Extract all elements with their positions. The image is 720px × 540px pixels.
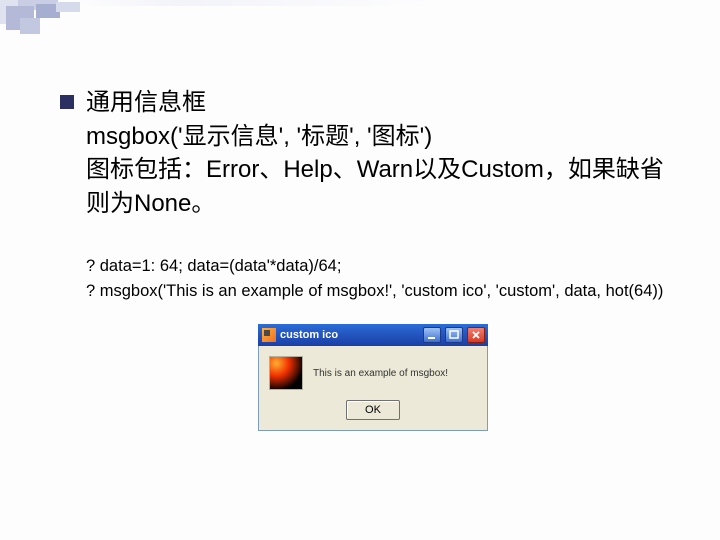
close-button[interactable] [467,327,485,343]
bullet-text: 通用信息框 msgbox('显示信息', '标题', '图标') 图标包括：Er… [86,86,670,220]
slide-content: 通用信息框 msgbox('显示信息', '标题', '图标') 图标包括：Er… [60,86,670,304]
ok-button[interactable]: OK [346,400,400,420]
text-line: 通用信息框 [86,86,670,120]
matlab-app-icon [262,328,276,342]
minimize-button[interactable] [423,327,441,343]
slide-corner-decoration [0,0,720,38]
custom-colormap-icon [269,356,303,390]
maximize-icon [449,330,459,340]
dialog-message: This is an example of msgbox! [313,368,448,379]
msgbox-dialog: custom ico This is an example of msgbox!… [258,324,488,431]
text-line: 图标包括：Error、Help、Warn以及Custom，如果缺省则为None。 [86,153,670,220]
close-icon [471,330,481,340]
dialog-titlebar[interactable]: custom ico [258,324,488,346]
minimize-icon [427,330,437,340]
dialog-title: custom ico [280,329,419,341]
code-line: ? msgbox('This is an example of msgbox!'… [86,279,670,304]
code-example: ? data=1: 64; data=(data'*data)/64; ? ms… [86,254,670,304]
bullet-item: 通用信息框 msgbox('显示信息', '标题', '图标') 图标包括：Er… [60,86,670,220]
dialog-body: This is an example of msgbox! OK [258,346,488,431]
square-bullet-icon [60,95,74,109]
code-line: ? data=1: 64; data=(data'*data)/64; [86,254,670,279]
text-line: msgbox('显示信息', '标题', '图标') [86,120,670,154]
maximize-button[interactable] [445,327,463,343]
